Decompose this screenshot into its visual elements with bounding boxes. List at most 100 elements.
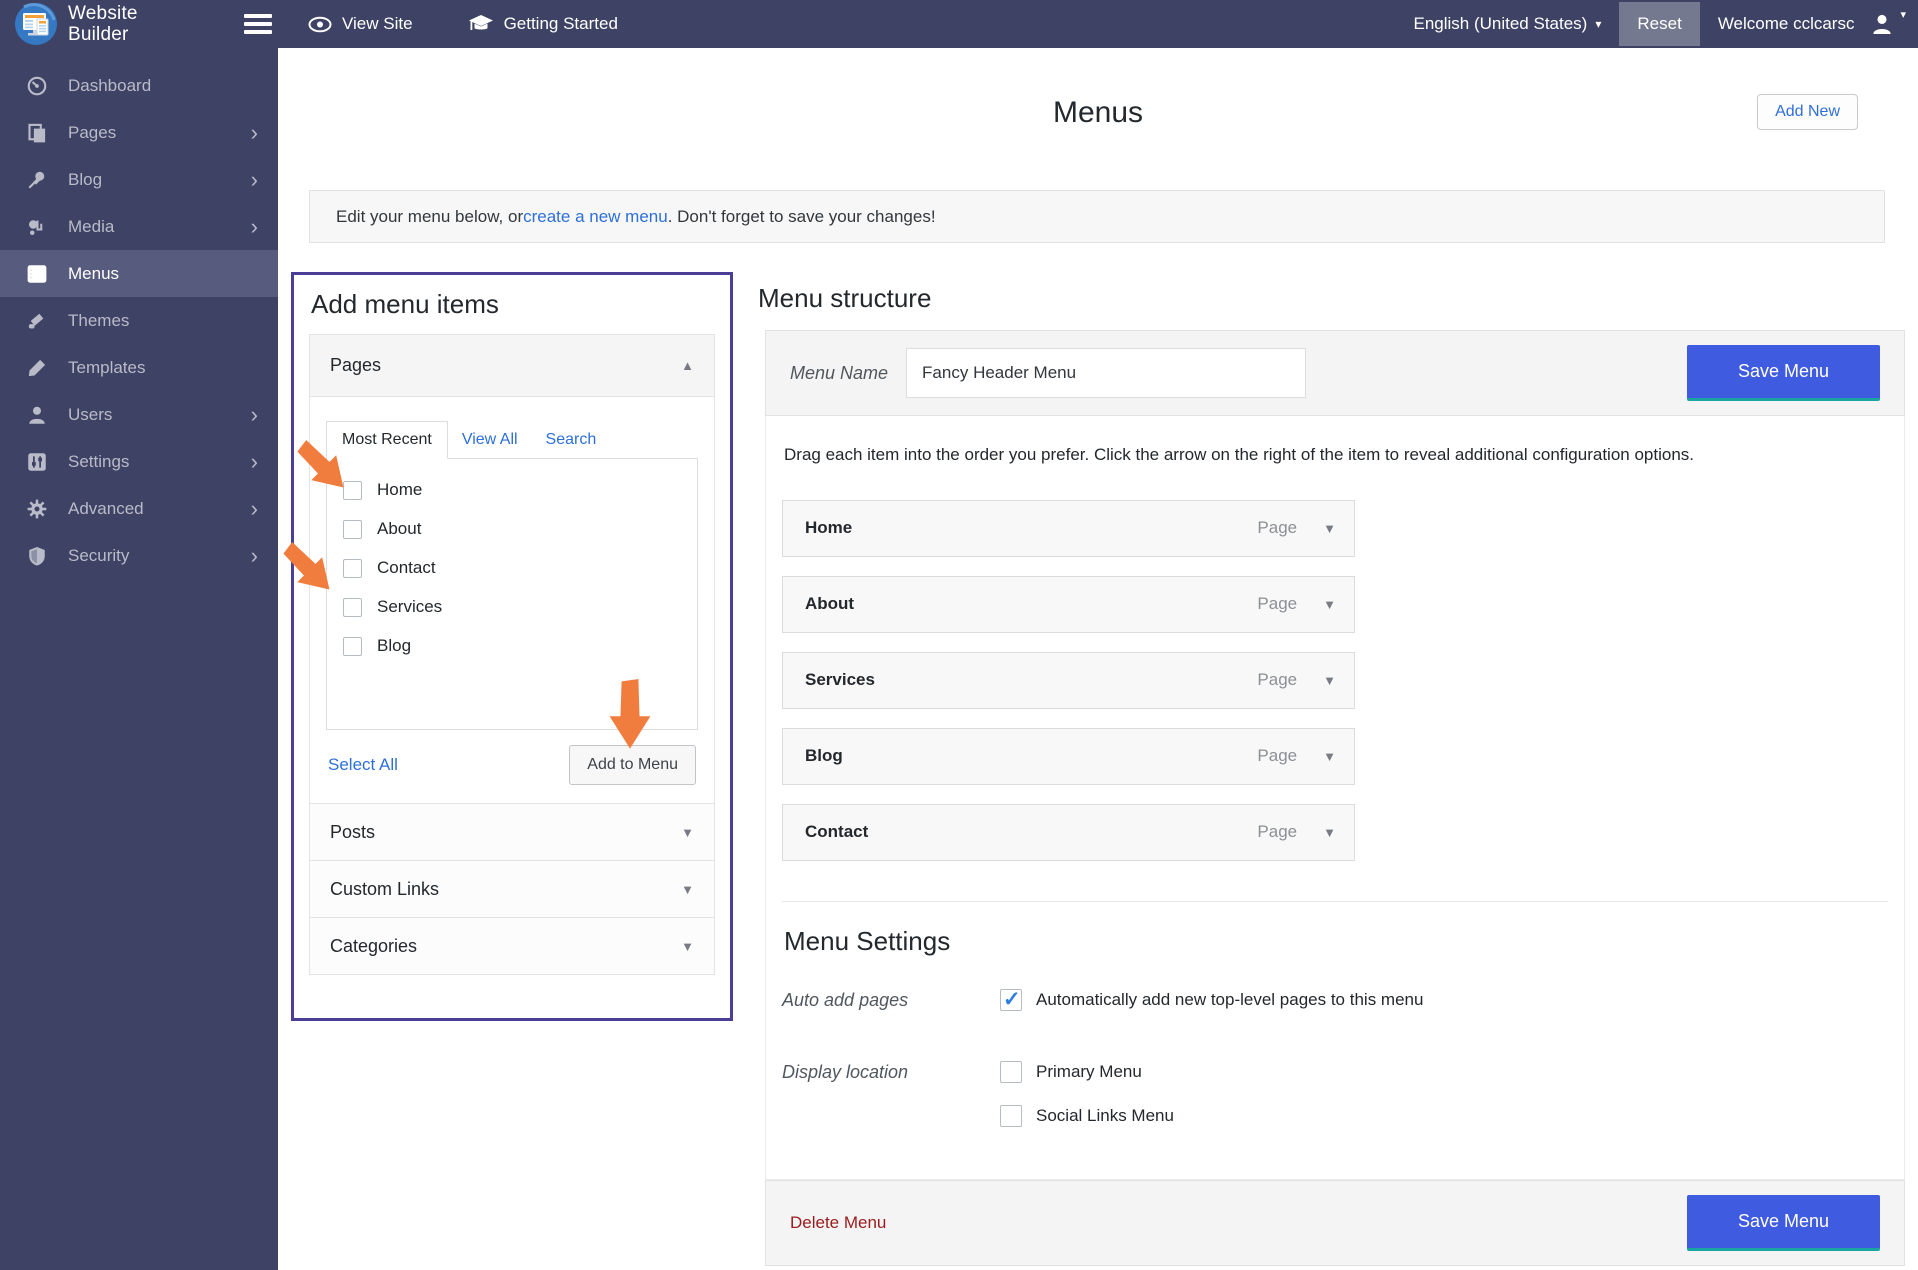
sidebar-item-label: Media [68, 217, 114, 237]
sidebar-item-menus[interactable]: Menus [0, 250, 278, 297]
add-new-button[interactable]: Add New [1757, 94, 1858, 130]
add-to-menu-button[interactable]: Add to Menu [569, 745, 696, 785]
sidebar-item-themes[interactable]: Themes [0, 297, 278, 344]
menu-item-row-contact[interactable]: Contact Page ▼ [782, 804, 1355, 861]
pages-list-footer: Select All Add to Menu [326, 745, 698, 785]
sidebar-item-advanced[interactable]: Advanced › [0, 485, 278, 532]
item-options-triangle-icon[interactable]: ▼ [1323, 597, 1336, 612]
checkbox-label[interactable]: Contact [377, 558, 436, 578]
top-bar: Website Builder View Site Getting Starte… [0, 0, 1918, 48]
notice-text-pre: Edit your menu below, or [336, 207, 523, 227]
primary-menu-label[interactable]: Primary Menu [1036, 1062, 1142, 1082]
accordion-custom-links-header[interactable]: Custom Links ▼ [310, 860, 714, 917]
item-options-triangle-icon[interactable]: ▼ [1323, 825, 1336, 840]
notice-bar: Edit your menu below, or create a new me… [309, 190, 1885, 243]
user-menu-caret-icon[interactable]: ▾ [1900, 8, 1906, 21]
menu-settings-title: Menu Settings [784, 926, 1888, 957]
menu-item-label: Blog [805, 746, 843, 766]
sidebar-item-security[interactable]: Security › [0, 532, 278, 579]
sidebar-item-label: Menus [68, 264, 119, 284]
reset-button[interactable]: Reset [1619, 2, 1699, 46]
accordion-posts-label: Posts [330, 822, 375, 843]
checkbox-services[interactable] [343, 598, 362, 617]
checkbox-label[interactable]: About [377, 519, 421, 539]
page-option-services: Services [343, 597, 681, 617]
checkbox-contact[interactable] [343, 559, 362, 578]
item-options-triangle-icon[interactable]: ▼ [1323, 521, 1336, 536]
sidebar-item-label: Templates [68, 358, 145, 378]
checkbox-social-links-menu[interactable] [1000, 1105, 1022, 1127]
accordion-categories-label: Categories [330, 936, 417, 957]
sidebar-nav: Dashboard Pages › Blog › Media › [0, 48, 278, 1270]
user-icon [26, 405, 48, 425]
checkbox-label[interactable]: Services [377, 597, 442, 617]
sidebar-item-label: Dashboard [68, 76, 151, 96]
sidebar-item-label: Pages [68, 123, 116, 143]
checkbox-label[interactable]: Blog [377, 636, 411, 656]
language-selector[interactable]: English (United States) ▾ [1413, 14, 1601, 34]
brand-logo[interactable]: Website Builder [0, 2, 230, 46]
menu-name-input[interactable] [906, 348, 1306, 398]
menu-item-row-blog[interactable]: Blog Page ▼ [782, 728, 1355, 785]
media-icon [26, 217, 48, 237]
sidebar-item-dashboard[interactable]: Dashboard [0, 62, 278, 109]
menu-item-label: About [805, 594, 854, 614]
accordion-custom-links-label: Custom Links [330, 879, 439, 900]
menu-item-label: Home [805, 518, 852, 538]
expand-triangle-icon: ▼ [681, 882, 694, 897]
menu-item-row-services[interactable]: Services Page ▼ [782, 652, 1355, 709]
menu-item-row-about[interactable]: About Page ▼ [782, 576, 1355, 633]
website-builder-app: Website Builder View Site Getting Starte… [0, 0, 1918, 1270]
menu-item-type: Page [1257, 670, 1297, 690]
sidebar-item-blog[interactable]: Blog › [0, 156, 278, 203]
sidebar-item-label: Blog [68, 170, 102, 190]
collapse-triangle-icon: ▲ [681, 358, 694, 373]
menu-structure-title: Menu structure [758, 283, 931, 314]
select-all-link[interactable]: Select All [328, 755, 398, 775]
sidebar-item-templates[interactable]: Templates [0, 344, 278, 391]
menu-items-list: Home Page ▼ About Page ▼ Services Page ▼… [782, 500, 1888, 861]
social-links-menu-label[interactable]: Social Links Menu [1036, 1106, 1174, 1126]
sidebar-item-pages[interactable]: Pages › [0, 109, 278, 156]
menu-toggle-icon[interactable] [244, 10, 274, 38]
tab-search[interactable]: Search [532, 422, 611, 458]
checkbox-home[interactable] [343, 481, 362, 500]
item-options-triangle-icon[interactable]: ▼ [1323, 749, 1336, 764]
sidebar-item-label: Settings [68, 452, 129, 472]
auto-add-option-label[interactable]: Automatically add new top-level pages to… [1036, 990, 1423, 1010]
checkbox-label[interactable]: Home [377, 480, 422, 500]
delete-menu-link[interactable]: Delete Menu [790, 1213, 886, 1233]
chevron-right-icon: › [251, 405, 258, 425]
paint-brush-icon [26, 311, 48, 331]
accordion-categories-header[interactable]: Categories ▼ [310, 917, 714, 974]
user-avatar-icon[interactable] [1870, 12, 1894, 36]
checkbox-auto-add[interactable] [1000, 989, 1022, 1011]
primary-menu-option: Primary Menu [1000, 1061, 1174, 1083]
accordion-posts-header[interactable]: Posts ▼ [310, 803, 714, 860]
tab-most-recent[interactable]: Most Recent [326, 421, 448, 459]
welcome-user-label: Welcome cclcarsc [1718, 14, 1855, 34]
menu-item-label: Services [805, 670, 875, 690]
menu-item-row-home[interactable]: Home Page ▼ [782, 500, 1355, 557]
create-new-menu-link[interactable]: create a new menu [523, 207, 668, 227]
menu-name-bar: Menu Name Save Menu [765, 330, 1905, 416]
sidebar-item-media[interactable]: Media › [0, 203, 278, 250]
auto-add-option: Automatically add new top-level pages to… [1000, 989, 1423, 1011]
sidebar-item-settings[interactable]: Settings › [0, 438, 278, 485]
checkbox-blog[interactable] [343, 637, 362, 656]
tab-view-all[interactable]: View All [448, 422, 532, 458]
display-location-label: Display location [782, 1061, 1000, 1149]
view-site-link[interactable]: View Site [308, 14, 413, 34]
item-options-triangle-icon[interactable]: ▼ [1323, 673, 1336, 688]
save-menu-button-top[interactable]: Save Menu [1687, 345, 1880, 401]
checkbox-primary-menu[interactable] [1000, 1061, 1022, 1083]
page-option-blog: Blog [343, 636, 681, 656]
pages-checkbox-list: Home About Contact Services [326, 458, 698, 730]
getting-started-link[interactable]: Getting Started [469, 14, 618, 34]
eye-icon [308, 16, 332, 33]
sidebar-item-users[interactable]: Users › [0, 391, 278, 438]
checkbox-about[interactable] [343, 520, 362, 539]
page-option-about: About [343, 519, 681, 539]
accordion-pages-header[interactable]: Pages ▲ [310, 335, 714, 397]
save-menu-button-bottom[interactable]: Save Menu [1687, 1195, 1880, 1251]
